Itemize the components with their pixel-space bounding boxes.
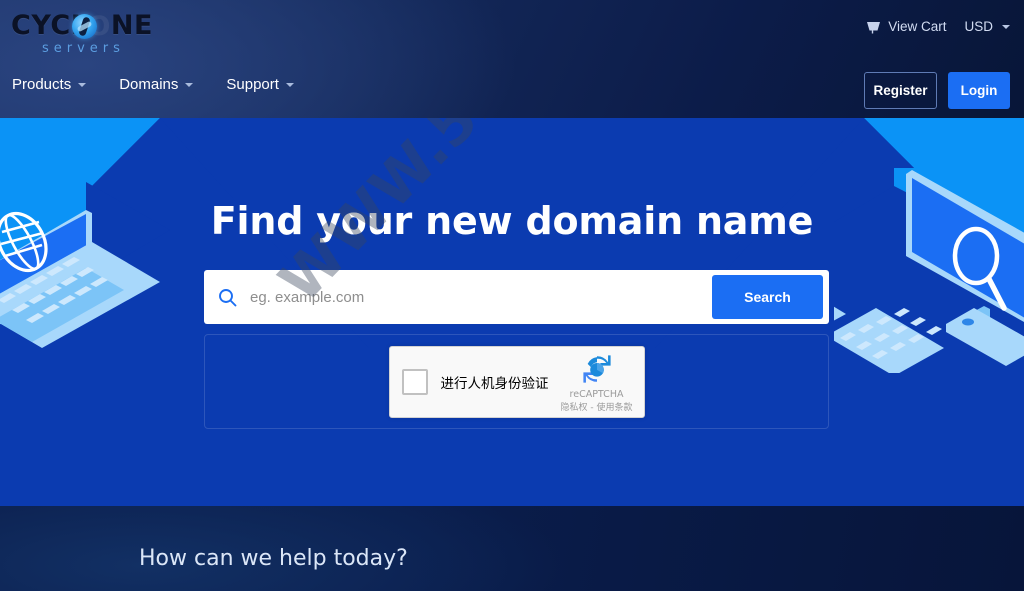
- cyclone-swirl-icon: [72, 14, 97, 39]
- view-cart-link[interactable]: View Cart: [866, 19, 946, 34]
- login-button[interactable]: Login: [948, 72, 1010, 109]
- view-cart-label: View Cart: [888, 19, 947, 34]
- domain-search-bar: Search: [204, 270, 829, 324]
- logo-subtitle: servers: [42, 41, 125, 56]
- nav-label-domains: Domains: [119, 76, 179, 93]
- site-logo[interactable]: CYCLONE servers: [11, 10, 153, 57]
- site-header: CYCLONE servers View Cart USD Products D…: [0, 0, 1024, 118]
- recaptcha-brand-name: reCAPTCHA: [569, 388, 624, 400]
- nav-label-support: Support: [226, 76, 279, 93]
- chevron-down-icon: [1002, 24, 1010, 29]
- chevron-down-icon: [78, 82, 87, 87]
- logo-word-post: NE: [110, 10, 153, 41]
- help-section: How can we help today?: [0, 506, 1024, 591]
- recaptcha-label: 进行人机身份验证: [440, 375, 549, 392]
- currency-selector[interactable]: USD: [964, 19, 1010, 34]
- register-button[interactable]: Register: [864, 72, 937, 109]
- checkbox-unchecked-icon[interactable]: [401, 368, 428, 395]
- page-root: CYCLONE servers View Cart USD Products D…: [0, 0, 1024, 591]
- captcha-panel: 进行人机身份验证 reCAPTCHA 隐私权 - 使用条款: [204, 334, 829, 429]
- hero-section: WWW.52VPS.COM Find your new domain name …: [0, 118, 1024, 506]
- nav-item-support[interactable]: Support: [226, 76, 294, 93]
- header-utility-row: View Cart USD: [866, 19, 1010, 34]
- recaptcha-widget[interactable]: 进行人机身份验证 reCAPTCHA 隐私权 - 使用条款: [388, 345, 645, 418]
- chevron-down-icon: [285, 82, 294, 87]
- nav-label-products: Products: [12, 76, 72, 93]
- search-input[interactable]: [250, 274, 712, 320]
- recaptcha-terms-links[interactable]: 隐私权 - 使用条款: [558, 400, 636, 413]
- hero-content: Find your new domain name Search 进行人机身份验…: [0, 118, 1024, 506]
- search-icon: [204, 288, 250, 307]
- page-title: Find your new domain name: [210, 199, 814, 243]
- help-section-title: How can we help today?: [139, 546, 408, 571]
- auth-buttons: Register Login: [864, 72, 1010, 109]
- nav-item-domains[interactable]: Domains: [119, 76, 194, 93]
- recaptcha-logo-icon: [582, 354, 611, 383]
- currency-label: USD: [964, 19, 993, 34]
- search-button[interactable]: Search: [712, 275, 823, 319]
- chevron-down-icon: [185, 82, 194, 87]
- shopping-cart-icon: [866, 20, 881, 34]
- nav-item-products[interactable]: Products: [12, 76, 87, 93]
- main-navigation: Products Domains Support: [12, 76, 294, 93]
- recaptcha-branding: reCAPTCHA 隐私权 - 使用条款: [558, 352, 636, 413]
